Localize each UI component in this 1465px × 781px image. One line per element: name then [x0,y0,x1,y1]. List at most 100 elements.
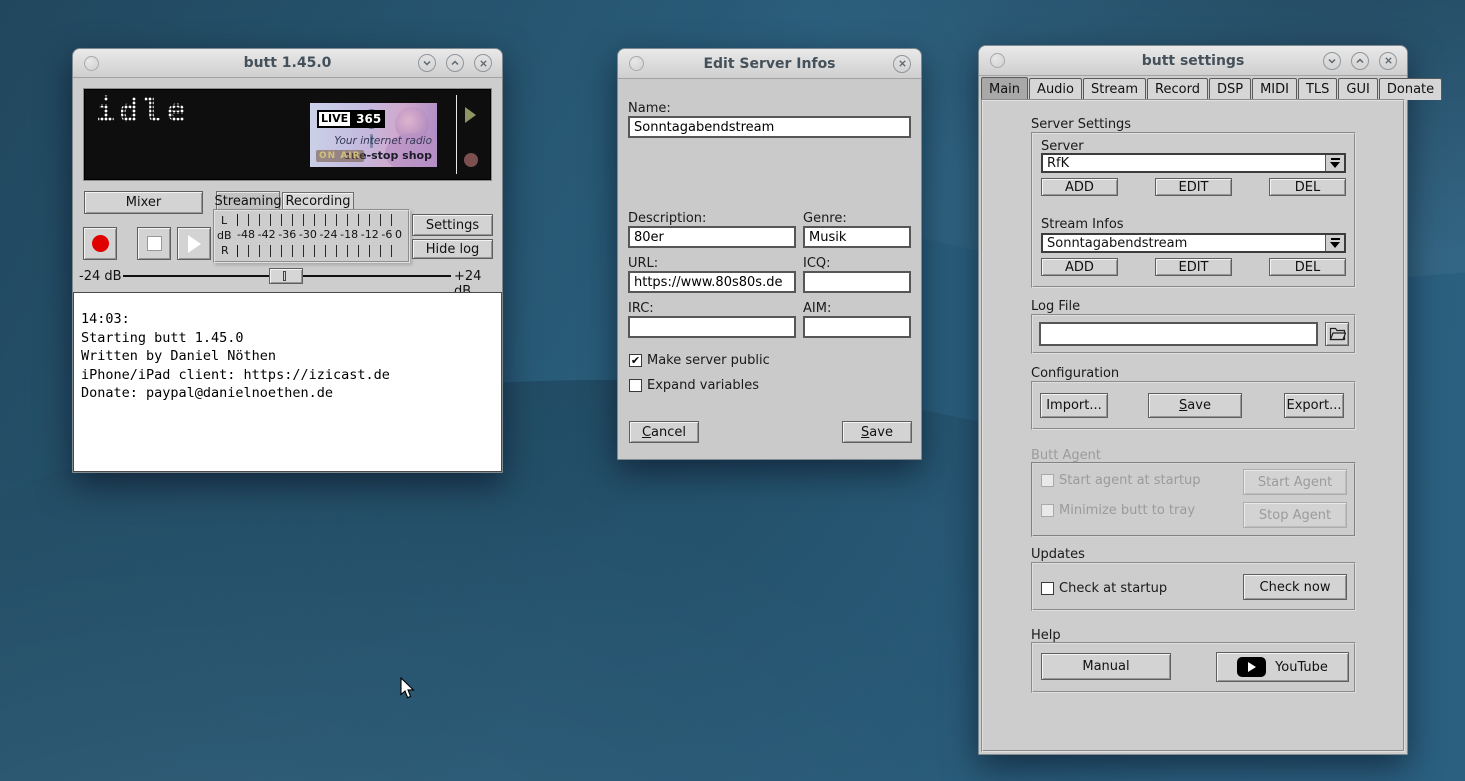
config-save-button[interactable]: Save [1148,393,1242,418]
edit-server-infos-dialog: Edit Server Infos Name: Description: Gen… [617,48,922,460]
browse-log-file-button[interactable] [1325,322,1349,346]
chevron-up-icon [1355,56,1365,66]
live365-logo: LIVE 365 [317,110,385,128]
hide-log-button[interactable]: Hide log [412,239,493,259]
genre-field[interactable] [803,226,911,248]
maximize-button[interactable] [446,54,464,72]
close-icon [898,59,907,68]
log-line: Donate: paypal@danielnoethen.de [81,384,494,403]
minimize-button[interactable] [418,54,436,72]
meter-scale: -48-42-36-30-24-18-12-60 [237,228,402,241]
start-agent-at-startup-checkbox: Start agent at startup [1041,473,1201,488]
minimize-butt-to-tray-checkbox: Minimize butt to tray [1041,503,1195,518]
play-button[interactable] [177,227,211,260]
tab-tls[interactable]: TLS [1298,78,1337,100]
updates-label: Updates [1031,547,1085,562]
check-icon: ✔ [631,355,640,366]
ad-tagline: Your internet radio [334,135,432,147]
chevron-up-icon [450,58,460,68]
stop-icon [147,236,162,251]
folder-icon [1329,327,1346,341]
stream-infos-label: Stream Infos [1041,217,1124,232]
tab-audio[interactable]: Audio [1029,78,1082,100]
edit-dialog-title: Edit Server Infos [618,56,921,72]
check-now-button[interactable]: Check now [1243,574,1347,600]
settings-window: butt settings Main Audio Stream Record D… [978,45,1408,755]
icq-field[interactable] [803,271,911,293]
tab-record[interactable]: Record [1147,78,1208,100]
aim-label: AIM: [803,301,831,316]
save-button[interactable]: Save [842,421,912,443]
close-button[interactable] [893,55,911,73]
settings-titlebar[interactable]: butt settings [979,46,1407,76]
tab-recording[interactable]: Recording [282,192,354,210]
server-dropdown[interactable]: RfK [1041,153,1346,173]
window-menu-button[interactable] [629,56,644,71]
edit-dialog-titlebar[interactable]: Edit Server Infos [618,49,921,79]
make-server-public-checkbox[interactable]: ✔ Make server public [629,353,770,368]
record-status-dot-icon [464,153,478,167]
status-display: idle LIVE 365 Your internet radio one-st… [83,88,492,181]
check-at-startup-checkbox[interactable]: Check at startup [1041,581,1167,596]
expand-variables-checkbox[interactable]: Expand variables [629,378,759,393]
stream-del-button[interactable]: DEL [1269,258,1346,276]
youtube-button[interactable]: YouTube [1216,652,1349,682]
close-icon [479,59,488,68]
stop-agent-button: Stop Agent [1243,502,1347,528]
close-button[interactable] [474,54,492,72]
server-edit-button[interactable]: EDIT [1155,178,1232,196]
live365-ad-banner[interactable]: LIVE 365 Your internet radio one-stop sh… [310,103,437,167]
window-menu-button[interactable] [990,53,1005,68]
description-field[interactable] [628,226,796,248]
chevron-down-icon [422,58,432,68]
record-icon [92,235,109,252]
play-icon [188,235,201,253]
gain-min-label: -24 dB [79,269,122,284]
tab-stream[interactable]: Stream [1083,78,1146,100]
description-label: Description: [628,211,706,226]
log-output[interactable]: 14:03: Starting butt 1.45.0 Written by D… [73,292,502,472]
name-label: Name: [628,101,671,116]
mixer-button[interactable]: Mixer [84,191,203,214]
minimize-button[interactable] [1323,52,1341,70]
start-agent-button: Start Agent [1243,469,1347,495]
log-line: Starting butt 1.45.0 [81,329,494,348]
close-button[interactable] [1379,52,1397,70]
stream-infos-dropdown[interactable]: Sonntagabendstream [1041,233,1346,253]
url-field[interactable] [628,271,796,293]
window-menu-button[interactable] [84,56,99,71]
export-button[interactable]: Export... [1284,393,1344,418]
log-file-field[interactable] [1039,322,1318,346]
log-file-label: Log File [1031,299,1080,314]
tab-donate[interactable]: Donate [1379,78,1442,100]
record-button[interactable] [83,227,117,260]
import-button[interactable]: Import... [1040,393,1108,418]
server-add-button[interactable]: ADD [1041,178,1118,196]
cancel-button[interactable]: Cancel [629,421,699,443]
maximize-button[interactable] [1351,52,1369,70]
icq-label: ICQ: [803,256,831,271]
server-del-button[interactable]: DEL [1269,178,1346,196]
irc-label: IRC: [628,301,654,316]
stream-add-button[interactable]: ADD [1041,258,1118,276]
tab-streaming[interactable]: Streaming [216,191,280,210]
aim-field[interactable] [803,316,911,338]
manual-button[interactable]: Manual [1041,653,1171,680]
tab-gui[interactable]: GUI [1338,78,1377,100]
live365-logo-365: 365 [352,110,385,128]
stream-edit-button[interactable]: EDIT [1155,258,1232,276]
settings-button[interactable]: Settings [412,214,493,236]
irc-field[interactable] [628,316,796,338]
tab-main[interactable]: Main [981,77,1028,100]
name-field[interactable] [628,116,911,138]
meter-left-ticks [237,214,402,226]
meter-left-label: L [221,214,227,227]
gain-slider-handle[interactable] [269,268,303,284]
log-line: iPhone/iPad client: https://izicast.de [81,366,494,385]
genre-label: Genre: [803,211,847,226]
dropdown-arrow-icon [1325,155,1344,171]
stop-button[interactable] [137,227,171,260]
tab-dsp[interactable]: DSP [1209,78,1251,100]
tab-midi[interactable]: MIDI [1252,78,1297,100]
main-titlebar[interactable]: butt 1.45.0 [73,49,502,78]
